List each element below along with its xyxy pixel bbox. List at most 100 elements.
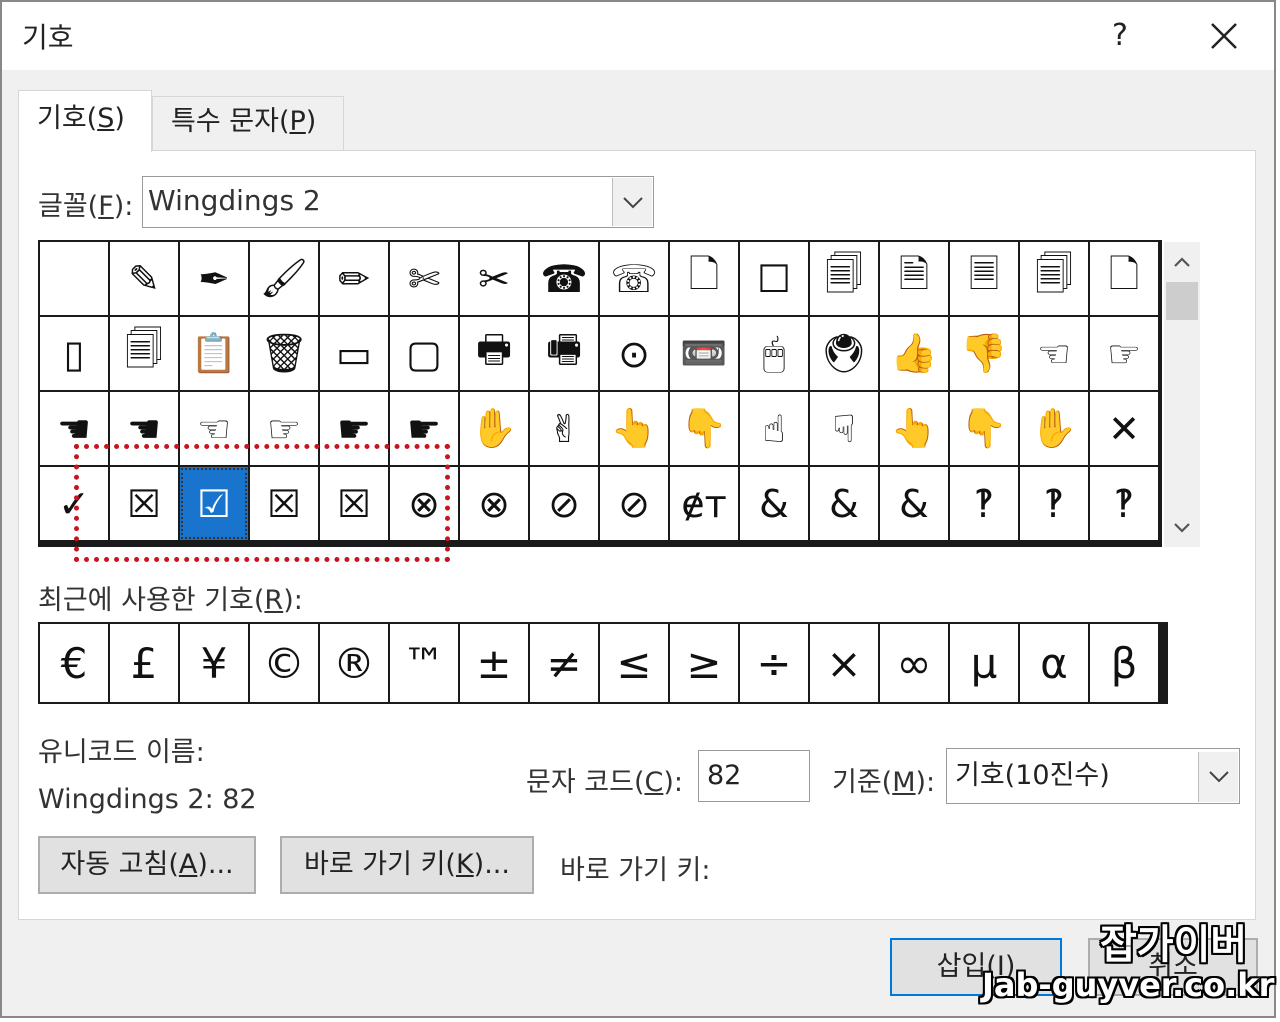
symbol-cell[interactable]: ✌ [530, 392, 598, 465]
symbol-cell[interactable]: ☏ [600, 242, 668, 315]
autocorrect-button[interactable]: 자동 고침(A)... [38, 836, 256, 894]
char-code-input[interactable]: 82 [698, 750, 810, 802]
symbol-cell[interactable]: 🖌 [250, 242, 318, 315]
recent-symbol-cell[interactable]: β [1090, 624, 1158, 702]
symbol-cell[interactable]: ‽ [1090, 467, 1158, 540]
shortcut-key-button[interactable]: 바로 가기 키(K)... [280, 836, 534, 894]
symbol-cell[interactable]: 👍 [880, 317, 948, 390]
symbol-cell[interactable]: ‽ [950, 467, 1018, 540]
symbol-cell[interactable]: ☐ [740, 242, 808, 315]
symbol-cell[interactable]: ☎ [530, 242, 598, 315]
recent-symbols-label: 최근에 사용한 기호(R): [38, 585, 303, 616]
font-label: 글꼴(F): [38, 191, 134, 222]
recent-symbol-cell[interactable]: ÷ [740, 624, 808, 702]
symbol-cell[interactable]: ✄ [390, 242, 458, 315]
symbol-cell[interactable]: ☞ [1090, 317, 1158, 390]
shortcut-key-label: 바로 가기 키: [560, 855, 711, 886]
symbol-cell[interactable]: 👆 [600, 392, 668, 465]
symbol-cell[interactable]: ⊘ [530, 467, 598, 540]
unicode-name-value: Wingdings 2: 82 [38, 784, 257, 815]
symbol-cell[interactable]: 🗐 [110, 317, 178, 390]
symbol-cell[interactable]: 👇 [670, 392, 738, 465]
close-button[interactable] [1202, 14, 1246, 58]
symbol-cell[interactable]: 🖲 [810, 317, 878, 390]
symbol-cell[interactable]: & [810, 467, 878, 540]
symbol-cell[interactable]: 🖶 [460, 317, 528, 390]
recent-symbol-cell[interactable]: £ [110, 624, 178, 702]
symbol-cell[interactable]: ✋ [460, 392, 528, 465]
symbol-cell[interactable]: ‽ [1020, 467, 1088, 540]
recent-symbol-cell[interactable]: ¥ [180, 624, 248, 702]
symbol-cell[interactable]: ☟ [810, 392, 878, 465]
recent-symbol-cell[interactable]: ® [320, 624, 388, 702]
recent-symbols-grid[interactable]: € £ ¥ © ® ™ ± ≠ ≤ ≥ ÷ × ∞ µ α β [38, 622, 1168, 704]
scroll-up-icon[interactable] [1168, 248, 1196, 280]
tab-special-label: 특수 문자(P) [171, 106, 317, 137]
symbol-cell[interactable]: 🖱 [740, 317, 808, 390]
base-select-value: 기호(10진수) [955, 760, 1110, 791]
symbol-cell[interactable]: ✏ [320, 242, 388, 315]
symbol-cell[interactable]: ⊘ [600, 467, 668, 540]
symbol-cell[interactable]: 🗐 [1020, 242, 1088, 315]
recent-symbol-cell[interactable]: ≠ [530, 624, 598, 702]
font-dropdown-button[interactable] [612, 178, 652, 226]
recent-symbol-cell[interactable]: µ [950, 624, 1018, 702]
base-dropdown-button[interactable] [1198, 752, 1238, 802]
recent-symbol-cell[interactable]: € [40, 624, 108, 702]
symbol-cell[interactable]: 📋 [180, 317, 248, 390]
symbol-cell[interactable]: ✕ [1090, 392, 1158, 465]
recent-symbol-cell[interactable]: ≥ [670, 624, 738, 702]
symbol-cell[interactable]: ▭ [320, 317, 388, 390]
symbol-cell[interactable]: 📼 [670, 317, 738, 390]
symbol-cell[interactable]: 👆 [880, 392, 948, 465]
symbol-cell[interactable]: & [740, 467, 808, 540]
title-bar: 기호 ? [2, 2, 1274, 70]
symbol-cell[interactable]: 🗋 [1090, 242, 1158, 315]
recent-symbol-cell[interactable]: © [250, 624, 318, 702]
symbol-cell[interactable]: 🗏 [950, 242, 1018, 315]
close-icon [1211, 23, 1237, 49]
scroll-down-icon[interactable] [1168, 514, 1196, 546]
highlight-box [74, 444, 450, 562]
watermark-url: Jab-guyver.co.kr [982, 966, 1275, 1004]
base-label: 기준(M): [832, 767, 936, 798]
base-select[interactable]: 기호(10진수) [946, 748, 1240, 804]
symbol-cell[interactable]: ☝ [740, 392, 808, 465]
symbol-cell[interactable]: 👎 [950, 317, 1018, 390]
tab-symbols[interactable]: 기호(S) [18, 90, 152, 152]
symbol-cell[interactable]: 🖷 [530, 317, 598, 390]
recent-symbol-cell[interactable]: α [1020, 624, 1088, 702]
chevron-down-icon [623, 197, 643, 209]
symbol-cell[interactable]: 🗐 [810, 242, 878, 315]
font-value: Wingdings 2 [148, 184, 321, 217]
tab-symbols-label: 기호(S) [37, 103, 125, 134]
recent-symbol-cell[interactable]: ≤ [600, 624, 668, 702]
char-code-label: 문자 코드(C): [526, 767, 683, 798]
symbol-cell[interactable]: ☜ [1020, 317, 1088, 390]
symbol-cell[interactable]: ✂ [460, 242, 528, 315]
tab-special-characters[interactable]: 특수 문자(P) [152, 96, 344, 150]
symbol-cell[interactable] [40, 242, 108, 315]
symbol-cell[interactable]: ▢ [390, 317, 458, 390]
symbol-cell[interactable]: ✋ [1020, 392, 1088, 465]
recent-symbol-cell[interactable]: × [810, 624, 878, 702]
recent-symbol-cell[interactable]: ± [460, 624, 528, 702]
symbol-cell[interactable]: 🗋 [670, 242, 738, 315]
symbol-cell[interactable]: & [880, 467, 948, 540]
symbol-cell[interactable]: ɇт [670, 467, 738, 540]
symbol-cell[interactable]: 🗑 [250, 317, 318, 390]
symbol-cell[interactable]: ✒ [180, 242, 248, 315]
unicode-name-label: 유니코드 이름: [38, 737, 205, 768]
symbol-cell[interactable]: ⊗ [460, 467, 528, 540]
symbol-cell[interactable]: 🗎 [880, 242, 948, 315]
symbol-cell[interactable]: ⊙ [600, 317, 668, 390]
symbol-cell[interactable]: 👇 [950, 392, 1018, 465]
symbol-cell[interactable]: ✎ [110, 242, 178, 315]
watermark-title: 잡가이버 [1100, 922, 1248, 968]
help-button[interactable]: ? [1102, 16, 1138, 56]
symbol-cell[interactable]: ▯ [40, 317, 108, 390]
recent-symbol-cell[interactable]: ™ [390, 624, 458, 702]
recent-symbol-cell[interactable]: ∞ [880, 624, 948, 702]
scrollbar-thumb[interactable] [1166, 282, 1198, 320]
dialog-title: 기호 [22, 21, 74, 54]
